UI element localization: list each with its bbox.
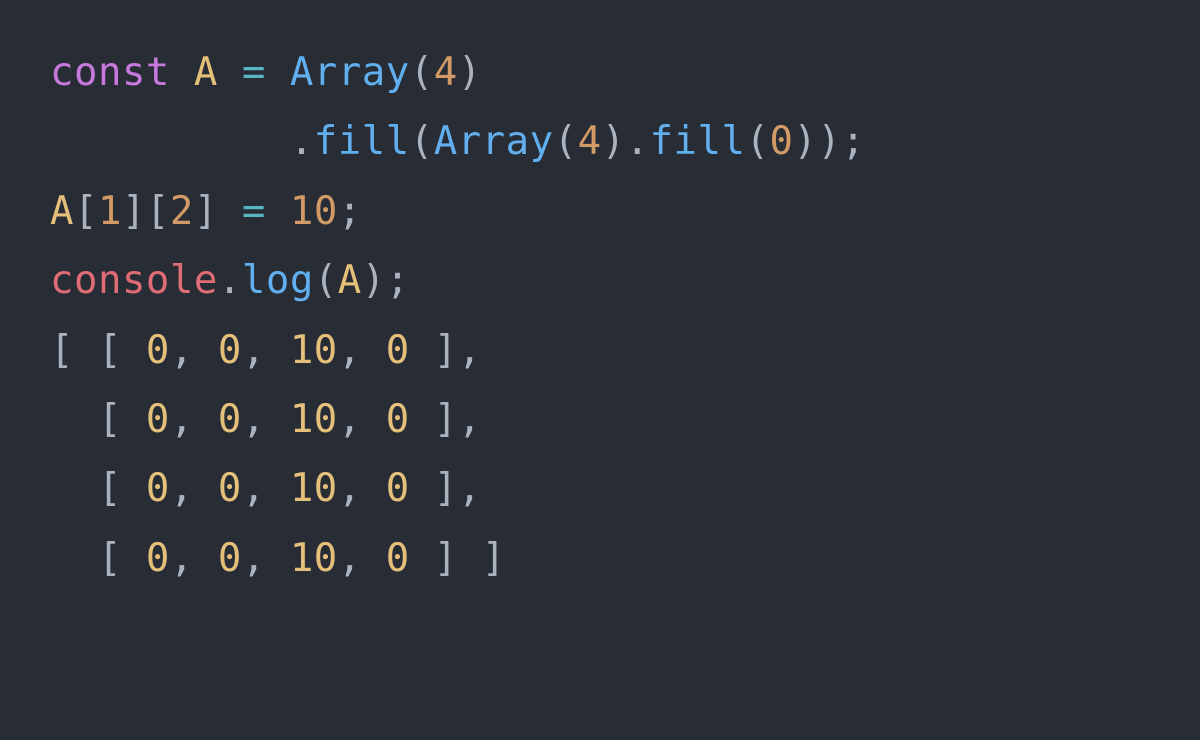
code-token: 0 [386, 466, 410, 511]
code-token: console [50, 258, 218, 303]
code-token: Array [434, 119, 554, 164]
code-token: ; [338, 189, 362, 234]
code-token: , [338, 328, 386, 373]
code-token: Array [290, 50, 410, 95]
code-token [170, 50, 194, 95]
code-token: 4 [434, 50, 458, 95]
code-token: 0 [386, 397, 410, 442]
code-token: ) [458, 50, 482, 95]
code-token: = [242, 189, 266, 234]
code-token: 10 [290, 189, 338, 234]
code-token: [ [74, 189, 98, 234]
code-token: [ [50, 397, 146, 442]
code-token: , [338, 536, 386, 581]
code-token: , [242, 328, 290, 373]
code-token: 4 [578, 119, 602, 164]
code-token: ], [410, 328, 482, 373]
code-token: fill [314, 119, 410, 164]
code-token: const [50, 50, 170, 95]
code-token: , [338, 397, 386, 442]
code-token: [ [50, 536, 146, 581]
code-token: 0 [146, 328, 170, 373]
code-token [266, 50, 290, 95]
code-token: 0 [386, 328, 410, 373]
code-token: ( [410, 50, 434, 95]
code-token: ( [554, 119, 578, 164]
code-token: log [242, 258, 314, 303]
code-token: . [50, 119, 314, 164]
code-token: [ [50, 466, 146, 511]
code-token: ( [314, 258, 338, 303]
code-token: ] [194, 189, 242, 234]
code-token: 0 [146, 466, 170, 511]
code-token: ). [602, 119, 650, 164]
code-token: [ [ [50, 328, 146, 373]
code-token: , [170, 397, 218, 442]
code-token: 2 [170, 189, 194, 234]
code-token: , [242, 397, 290, 442]
code-token: , [242, 536, 290, 581]
code-token: A [338, 258, 362, 303]
code-token: 10 [290, 466, 338, 511]
code-token: ( [745, 119, 769, 164]
code-token: )); [793, 119, 865, 164]
code-token: ][ [122, 189, 170, 234]
code-token: , [170, 466, 218, 511]
code-token: 0 [218, 328, 242, 373]
code-token: 0 [218, 536, 242, 581]
code-token: ], [410, 466, 482, 511]
code-token: 0 [386, 536, 410, 581]
code-token: , [242, 466, 290, 511]
code-token [266, 189, 290, 234]
code-token: ], [410, 397, 482, 442]
code-token: . [218, 258, 242, 303]
code-token: 10 [290, 397, 338, 442]
code-token: 0 [218, 466, 242, 511]
code-token: A [194, 50, 218, 95]
code-token: ] ] [410, 536, 506, 581]
code-block: const A = Array(4) .fill(Array(4).fill(0… [0, 0, 1200, 631]
code-token: 0 [146, 397, 170, 442]
code-token: 10 [290, 328, 338, 373]
code-token: ); [362, 258, 410, 303]
code-token: ( [410, 119, 434, 164]
code-token: , [338, 466, 386, 511]
code-token: , [170, 536, 218, 581]
code-token [218, 50, 242, 95]
code-token: = [242, 50, 266, 95]
code-token: 0 [146, 536, 170, 581]
code-token: , [170, 328, 218, 373]
code-token: 1 [98, 189, 122, 234]
code-token: fill [650, 119, 746, 164]
code-token: 0 [769, 119, 793, 164]
code-token: 0 [218, 397, 242, 442]
code-token: 10 [290, 536, 338, 581]
code-token: A [50, 189, 74, 234]
